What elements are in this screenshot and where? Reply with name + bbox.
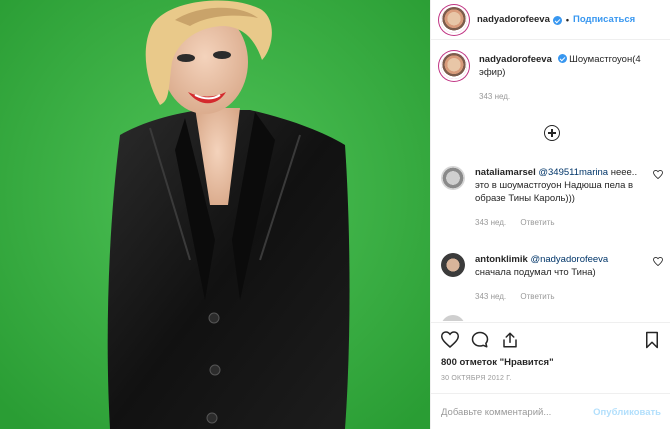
comment-meta: 343 нед. Ответить (475, 290, 640, 303)
comment-time[interactable]: 343 нед. (475, 218, 506, 227)
heart-icon[interactable] (441, 331, 459, 348)
header-user-line: nadyadorofeeva • Подписаться (477, 14, 635, 25)
comment-body: nataliamarsel @349511marina неее.. это в… (475, 166, 640, 229)
post-date[interactable]: 30 ОКТЯБРЯ 2012 Г. (441, 375, 512, 382)
comment-input[interactable] (441, 406, 591, 418)
comment-icon[interactable] (471, 331, 489, 349)
comment-like-icon[interactable] (653, 257, 663, 266)
caption-username[interactable]: nadyadorofeeva (479, 54, 552, 65)
comment-text: сначала подумал что Тина) (475, 267, 596, 278)
comment-mention[interactable]: @349511marina (538, 167, 608, 178)
comment-username[interactable]: nataliamarsel (475, 167, 536, 178)
comment-time[interactable]: 343 нед. (475, 292, 506, 301)
post-header: nadyadorofeeva • Подписаться (431, 0, 670, 40)
caption-body: nadyadorofeeva Шоумастгоуон(4 эфир) 343 … (479, 53, 644, 103)
add-comment-bar: Опубликовать (431, 393, 670, 429)
likes-count[interactable]: 800 отметок "Нравится" (441, 357, 554, 368)
instagram-post: nadyadorofeeva • Подписаться nadyadorofe… (0, 0, 670, 429)
reply-button[interactable]: Ответить (520, 292, 554, 301)
portrait-image (0, 0, 430, 429)
bookmark-icon[interactable] (645, 331, 659, 349)
author-avatar[interactable] (441, 6, 467, 33)
reply-button[interactable]: Ответить (520, 218, 554, 227)
caption-time[interactable]: 343 нед. (479, 92, 510, 101)
comment-body: antonklimik @nadyadorofeeva сначала поду… (475, 253, 640, 303)
comment-meta: 343 нед. Ответить (475, 216, 640, 229)
verified-icon (552, 16, 562, 25)
caption-meta: 343 нед. (479, 90, 644, 103)
comment-mention[interactable]: @nadyadorofeeva (530, 254, 608, 265)
comment-like-icon[interactable] (653, 170, 663, 179)
share-icon[interactable] (501, 331, 519, 349)
add-more-icon[interactable] (544, 125, 560, 141)
separator-dot: • (565, 14, 570, 25)
post-actions: 800 отметок "Нравится" 30 ОКТЯБРЯ 2012 Г… (431, 322, 670, 429)
author-username[interactable]: nadyadorofeeva (477, 14, 550, 25)
publish-button[interactable]: Опубликовать (593, 407, 661, 418)
comment-row: nataliamarsel @349511marina неее.. это в… (441, 166, 663, 229)
commenter-avatar[interactable] (441, 315, 465, 321)
post-photo[interactable] (0, 0, 430, 429)
verified-icon (557, 54, 567, 63)
comments-list[interactable]: nadyadorofeeva Шоумастгоуон(4 эфир) 343 … (431, 41, 670, 321)
follow-button[interactable]: Подписаться (573, 14, 635, 25)
caption-row: nadyadorofeeva Шоумастгоуон(4 эфир) 343 … (441, 53, 663, 103)
comment-row: antonklimik @nadyadorofeeva сначала поду… (441, 253, 663, 303)
comment-row-partial (441, 315, 663, 321)
commenter-avatar[interactable] (441, 166, 465, 190)
commenter-avatar[interactable] (441, 253, 465, 277)
action-icons (441, 331, 519, 349)
caption-avatar[interactable] (441, 53, 467, 79)
post-side-panel: nadyadorofeeva • Подписаться nadyadorofe… (430, 0, 670, 429)
comment-username[interactable]: antonklimik (475, 254, 528, 265)
